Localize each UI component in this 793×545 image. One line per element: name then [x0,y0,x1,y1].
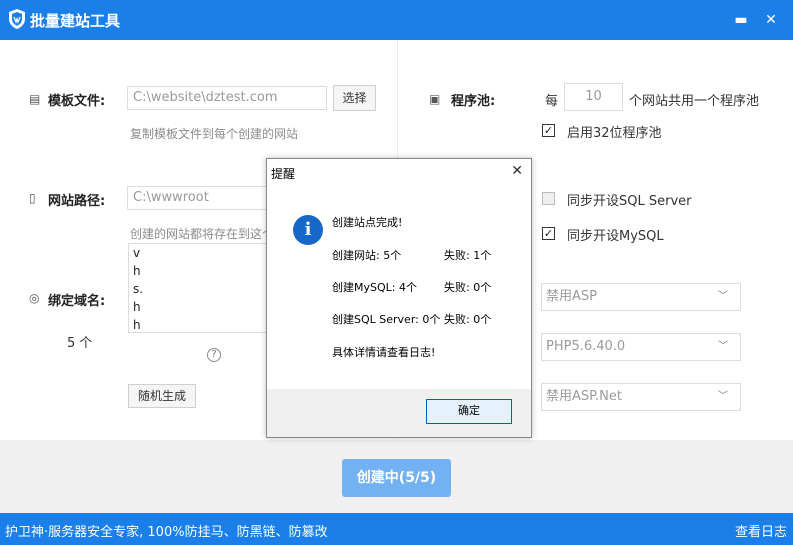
dialog-close-icon[interactable]: ✕ [511,163,523,179]
dialog-site-created: 创建网站: 5个 [332,249,402,262]
enable-32bit-checkbox[interactable]: ✓ [542,124,555,137]
php-select-value: PHP5.6.40.0 [546,339,626,354]
dialog-mysql-created: 创建MySQL: 4个 [332,281,417,294]
asp-select[interactable]: 禁用ASP ﹀ [541,283,741,311]
chevron-down-icon: ﹀ [718,391,728,402]
domain-line: h [133,300,141,314]
domain-line: s. [133,282,144,296]
site-path-hint: 创建的网站都将存在到这个 [130,227,275,241]
asp-select-value: 禁用ASP [546,289,597,304]
domains-label: 绑定域名: [48,294,106,309]
site-path-label: 网站路径: [48,194,106,209]
dialog-complete-text: 创建站点完成! [332,216,403,229]
template-label: 模板文件: [48,94,106,109]
minimize-button[interactable]: ▬ [731,10,751,30]
dialog-site-failed: 失败: 1个 [444,249,492,262]
create-button[interactable]: 创建中(5/5) [342,459,451,497]
window-title: 批量建站工具 [30,12,121,30]
sync-sqlserver-checkbox[interactable] [542,192,555,205]
random-generate-button[interactable]: 随机生成 [128,384,196,408]
file-icon: ▯ [29,191,36,205]
domains-textarea[interactable]: v h s. h h [128,243,268,333]
close-button[interactable]: ✕ [761,10,781,30]
aspnet-select-value: 禁用ASP.Net [546,389,622,404]
dialog-mysql-failed: 失败: 0个 [444,281,492,294]
code-icon: ▣ [429,92,441,106]
status-slogan: 护卫神·服务器安全专家, 100%防挂马、防黑链、防篡改 [5,525,328,540]
notice-dialog: 提醒 ✕ i 创建站点完成! 创建网站: 5个 失败: 1个 创建MySQL: … [266,158,532,438]
chevron-down-icon: ﹀ [718,341,728,352]
dialog-sqlserver-created: 创建SQL Server: 0个 [332,313,441,326]
domain-line: h [133,318,141,332]
enable-32bit-label: 启用32位程序池 [567,126,662,141]
document-icon: ▤ [29,92,41,106]
sync-mysql-checkbox[interactable]: ✓ [542,227,555,240]
php-select[interactable]: PHP5.6.40.0 ﹀ [541,333,741,361]
status-bar: 护卫神·服务器安全专家, 100%防挂马、防黑链、防篡改 查看日志 [0,513,793,545]
dialog-see-log-text: 具体详情请查看日志! [332,346,436,359]
dialog-sqlserver-failed: 失败: 0个 [444,313,492,326]
domain-line: h [133,264,141,278]
choose-template-button[interactable]: 选择 [333,85,376,111]
dialog-body: i 创建站点完成! 创建网站: 5个 失败: 1个 创建MySQL: 4个 失败… [267,187,531,389]
template-path-input[interactable]: C:\website\dztest.com [127,86,327,110]
domain-line: v [133,246,141,260]
dialog-header: 提醒 ✕ [267,159,531,187]
template-hint: 复制模板文件到每个创建的网站 [130,127,299,141]
info-icon: i [293,215,323,245]
sync-mysql-label: 同步开设MySQL [567,229,664,244]
title-bar: 批量建站工具 ▬ ✕ [0,0,793,40]
dialog-ok-button[interactable]: 确定 [426,399,512,424]
app-pool-prefix: 每 [545,94,559,109]
app-pool-size-input[interactable]: 10 [564,83,623,111]
domain-count: 5 个 [67,336,93,351]
dialog-title: 提醒 [271,167,296,181]
www-icon: ◎ [29,291,40,305]
shield-logo-icon [9,9,25,29]
site-path-input[interactable]: C:\wwwroot [127,186,267,210]
help-icon[interactable]: ? [207,348,221,362]
view-log-link[interactable]: 查看日志 [735,521,787,540]
app-pool-label: 程序池: [451,94,496,109]
chevron-down-icon: ﹀ [718,291,728,302]
app-pool-suffix: 个网站共用一个程序池 [629,94,760,109]
sync-sqlserver-label: 同步开设SQL Server [567,194,692,209]
aspnet-select[interactable]: 禁用ASP.Net ﹀ [541,383,741,411]
